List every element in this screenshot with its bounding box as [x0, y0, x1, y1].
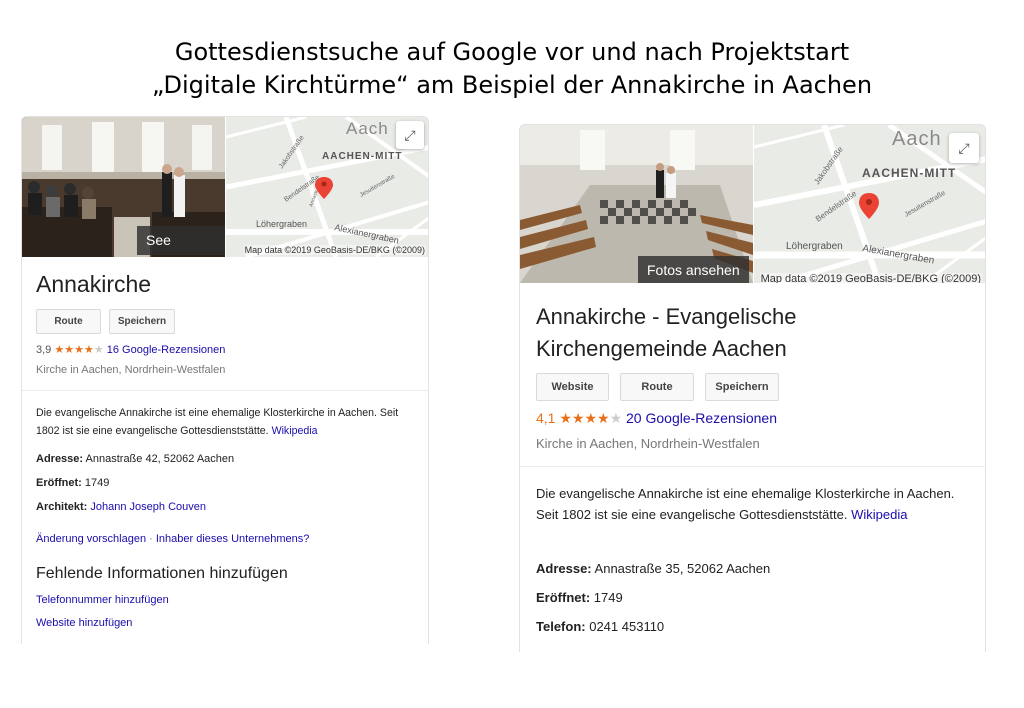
action-buttons: Route Speichern — [36, 309, 175, 334]
see-photos-button[interactable]: See photos — [137, 226, 225, 255]
divider — [520, 466, 985, 467]
rating-row: 3,9 ★★★★★ 16 Google-Rezensionen — [36, 343, 225, 356]
rating-value: 3,9 — [36, 344, 52, 356]
address-row: Adresse: Annastraße 42, 52062 Aachen — [36, 453, 234, 465]
phone-label: Telefon: — [536, 619, 586, 634]
church-photo[interactable]: See photos — [22, 117, 225, 257]
panel-media: Fotos ansehen Aach AACHEN-MITT Jakobstra… — [520, 125, 985, 283]
expand-map-icon[interactable]: ⤢ — [396, 121, 424, 149]
save-button[interactable]: Speichern — [705, 373, 779, 401]
panel-media: See photos Aach AACHEN-MITT Jakobstraße … — [22, 117, 428, 257]
map-attribution: Map data ©2019 GeoBasis-DE/BKG (©2009) — [759, 273, 982, 283]
reviews-link[interactable]: 16 Google-Rezensionen — [107, 344, 226, 356]
expand-map-icon[interactable]: ⤢ — [949, 133, 979, 163]
address-row: Adresse: Annastraße 35, 52062 Aachen — [536, 561, 770, 576]
edit-links: Änderung vorschlagen · Inhaber dieses Un… — [36, 533, 309, 545]
map-attribution: Map data ©2019 GeoBasis-DE/BKG (©2009) — [243, 245, 426, 255]
map-label: Löhergraben — [256, 219, 307, 229]
route-button[interactable]: Route — [620, 373, 694, 401]
owner-link[interactable]: Inhaber dieses Unternehmens? — [156, 533, 309, 545]
opened-label: Eröffnet: — [536, 590, 591, 605]
website-button[interactable]: Website — [536, 373, 609, 401]
phone-row: Telefon: 0241 453110 — [536, 619, 664, 634]
opened-value: 1749 — [593, 590, 623, 605]
map-label: AACHEN-MITT — [862, 166, 956, 180]
architect-label: Architekt: — [36, 501, 88, 513]
place-category: Kirche in Aachen, Nordrhein-Westfalen — [536, 436, 760, 451]
save-button[interactable]: Speichern — [109, 309, 175, 334]
opened-label: Eröffnet: — [36, 477, 82, 489]
page-title: Gottesdienstsuche auf Google vor und nac… — [0, 36, 1024, 102]
map-label: Löhergraben — [786, 241, 843, 252]
opened-row: Eröffnet: 1749 — [536, 590, 623, 605]
address-label: Adresse: — [536, 561, 592, 576]
architect-link[interactable]: Johann Joseph Couven — [90, 501, 206, 513]
reviews-link[interactable]: 20 Google-Rezensionen — [626, 410, 777, 426]
place-title: Annakirche - Evangelische Kirchengemeind… — [536, 304, 797, 361]
wikipedia-link[interactable]: Wikipedia — [272, 425, 318, 437]
location-map[interactable]: Aach AACHEN-MITT Jakobstraße Bendelstraß… — [754, 125, 985, 283]
opened-row: Eröffnet: 1749 — [36, 477, 109, 489]
church-photo[interactable]: Fotos ansehen — [520, 125, 753, 283]
location-map[interactable]: Aach AACHEN-MITT Jakobstraße Bendelstraß… — [226, 117, 428, 257]
knowledge-panel-after: Fotos ansehen Aach AACHEN-MITT Jakobstra… — [519, 124, 986, 652]
architect-row: Architekt: Johann Joseph Couven — [36, 501, 206, 513]
route-button[interactable]: Route — [36, 309, 101, 334]
page-title-line-2: „Digitale Kirchtürme“ am Beispiel der An… — [151, 71, 873, 99]
page-title-line-1: Gottesdienstsuche auf Google vor und nac… — [174, 38, 850, 66]
add-website-link[interactable]: Website hinzufügen — [36, 617, 132, 629]
suggest-edit-link[interactable]: Änderung vorschlagen — [36, 533, 146, 545]
map-label: Aach — [346, 119, 389, 138]
description: Die evangelische Annakirche ist eine ehe… — [36, 404, 421, 440]
wikipedia-link[interactable]: Wikipedia — [851, 507, 907, 522]
divider — [22, 390, 428, 391]
star-icon: ★★★★★ — [54, 344, 104, 356]
missing-info-heading: Fehlende Informationen hinzufügen — [36, 565, 288, 582]
place-title: Annakirche — [36, 271, 152, 297]
address-value: Annastraße 35, 52062 Aachen — [594, 561, 771, 576]
map-label: AACHEN-MITT — [322, 151, 402, 162]
description-text: Die evangelische Annakirche ist eine ehe… — [36, 407, 399, 437]
opened-value: 1749 — [84, 477, 110, 489]
see-photos-button[interactable]: Fotos ansehen — [638, 256, 749, 283]
separator: · — [149, 533, 153, 545]
star-icon: ★★★★★ — [559, 410, 623, 426]
place-category: Kirche in Aachen, Nordrhein-Westfalen — [36, 364, 226, 376]
rating-value: 4,1 — [536, 410, 556, 426]
address-label: Adresse: — [36, 453, 84, 465]
add-phone-link[interactable]: Telefonnummer hinzufügen — [36, 594, 169, 606]
phone-value: 0241 453110 — [589, 619, 665, 634]
action-buttons: Website Route Speichern — [536, 373, 779, 401]
map-label: Aach — [892, 128, 942, 150]
address-value: Annastraße 42, 52062 Aachen — [85, 453, 235, 465]
description: Die evangelische Annakirche ist eine ehe… — [536, 483, 976, 525]
rating-row: 4,1 ★★★★★ 20 Google-Rezensionen — [536, 410, 777, 427]
knowledge-panel-before: See photos Aach AACHEN-MITT Jakobstraße … — [21, 116, 429, 644]
